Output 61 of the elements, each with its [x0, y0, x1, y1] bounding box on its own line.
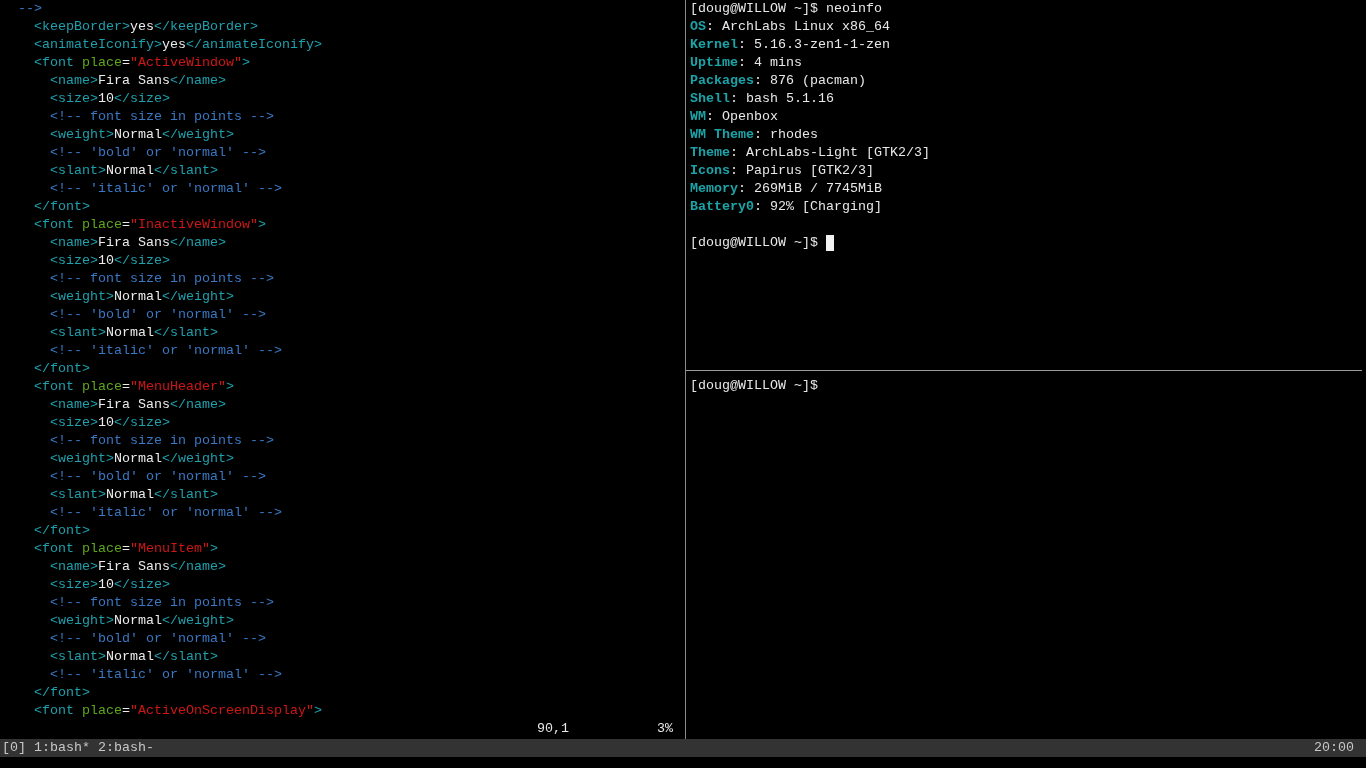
code-line: <name>Fira Sans</name>: [49, 558, 226, 576]
code-line: <!-- font size in points -->: [49, 432, 274, 450]
code-line: <!-- 'italic' or 'normal' -->: [49, 342, 282, 360]
info-line: Kernel: 5.16.3-zen1-1-zen: [690, 36, 890, 54]
info-line: OS: ArchLabs Linux x86_64: [690, 18, 890, 36]
code-line: <animateIconify>yes</animateIconify>: [33, 36, 322, 54]
code-line: <slant>Normal</slant>: [49, 162, 218, 180]
info-line: Memory: 269MiB / 7745MiB: [690, 180, 882, 198]
code-line: <name>Fira Sans</name>: [49, 396, 226, 414]
code-line: <!-- 'bold' or 'normal' -->: [49, 630, 266, 648]
code-line: <!-- font size in points -->: [49, 270, 274, 288]
code-line: <!-- 'italic' or 'normal' -->: [49, 180, 282, 198]
code-line: <!-- 'bold' or 'normal' -->: [49, 144, 266, 162]
code-line: <name>Fira Sans</name>: [49, 234, 226, 252]
code-line: <font place="ActiveOnScreenDisplay">: [33, 702, 322, 720]
code-line: <slant>Normal</slant>: [49, 324, 218, 342]
info-line: Shell: bash 5.1.16: [690, 90, 834, 108]
code-line: <size>10</size>: [49, 90, 170, 108]
shell-prompt: [doug@WILLOW ~]$: [690, 234, 818, 252]
code-line: <size>10</size>: [49, 576, 170, 594]
code-line: </font>: [33, 198, 90, 216]
clock-text: 20:00: [1314, 739, 1354, 757]
cursor-position: 90,1: [537, 720, 569, 738]
code-line: </font>: [33, 684, 90, 702]
code-line: <!-- 'italic' or 'normal' -->: [49, 504, 282, 522]
info-line: Battery0: 92% [Charging]: [690, 198, 882, 216]
command-text: neoinfo: [826, 0, 882, 18]
code-line: <!-- 'bold' or 'normal' -->: [49, 468, 266, 486]
code-line: <slant>Normal</slant>: [49, 486, 218, 504]
code-line: <size>10</size>: [49, 414, 170, 432]
code-line: <font place="MenuHeader">: [33, 378, 234, 396]
code-line: <weight>Normal</weight>: [49, 612, 234, 630]
shell-prompt: [doug@WILLOW ~]$: [690, 377, 818, 395]
info-line: Theme: ArchLabs-Light [GTK2/3]: [690, 144, 930, 162]
code-line: </font>: [33, 360, 90, 378]
code-line: <font place="MenuItem">: [33, 540, 218, 558]
info-line: Icons: Papirus [GTK2/3]: [690, 162, 874, 180]
code-line: <font place="ActiveWindow">: [33, 54, 250, 72]
code-line: <weight>Normal</weight>: [49, 126, 234, 144]
code-line: <!-- 'bold' or 'normal' -->: [49, 306, 266, 324]
code-line: <size>10</size>: [49, 252, 170, 270]
code-line: <name>Fira Sans</name>: [49, 72, 226, 90]
code-line: <weight>Normal</weight>: [49, 288, 234, 306]
code-line: <!-- 'italic' or 'normal' -->: [49, 666, 282, 684]
code-line: <weight>Normal</weight>: [49, 450, 234, 468]
code-line: -->: [17, 0, 42, 18]
code-line: <!-- font size in points -->: [49, 108, 274, 126]
code-line: <font place="InactiveWindow">: [33, 216, 266, 234]
session-label: [0]: [2, 739, 26, 757]
code-line: </font>: [33, 522, 90, 540]
window-tab[interactable]: 2:bash-: [98, 739, 154, 757]
code-line: <slant>Normal</slant>: [49, 648, 218, 666]
shell-prompt: [doug@WILLOW ~]$: [690, 0, 818, 18]
code-line: <keepBorder>yes</keepBorder>: [33, 18, 258, 36]
info-line: WM: Openbox: [690, 108, 778, 126]
window-tab[interactable]: 1:bash*: [34, 739, 90, 757]
scroll-percent: 3%: [657, 720, 673, 738]
info-line: WM Theme: rhodes: [690, 126, 818, 144]
code-line: <!-- font size in points -->: [49, 594, 274, 612]
info-line: Uptime: 4 mins: [690, 54, 802, 72]
info-line: Packages: 876 (pacman): [690, 72, 866, 90]
